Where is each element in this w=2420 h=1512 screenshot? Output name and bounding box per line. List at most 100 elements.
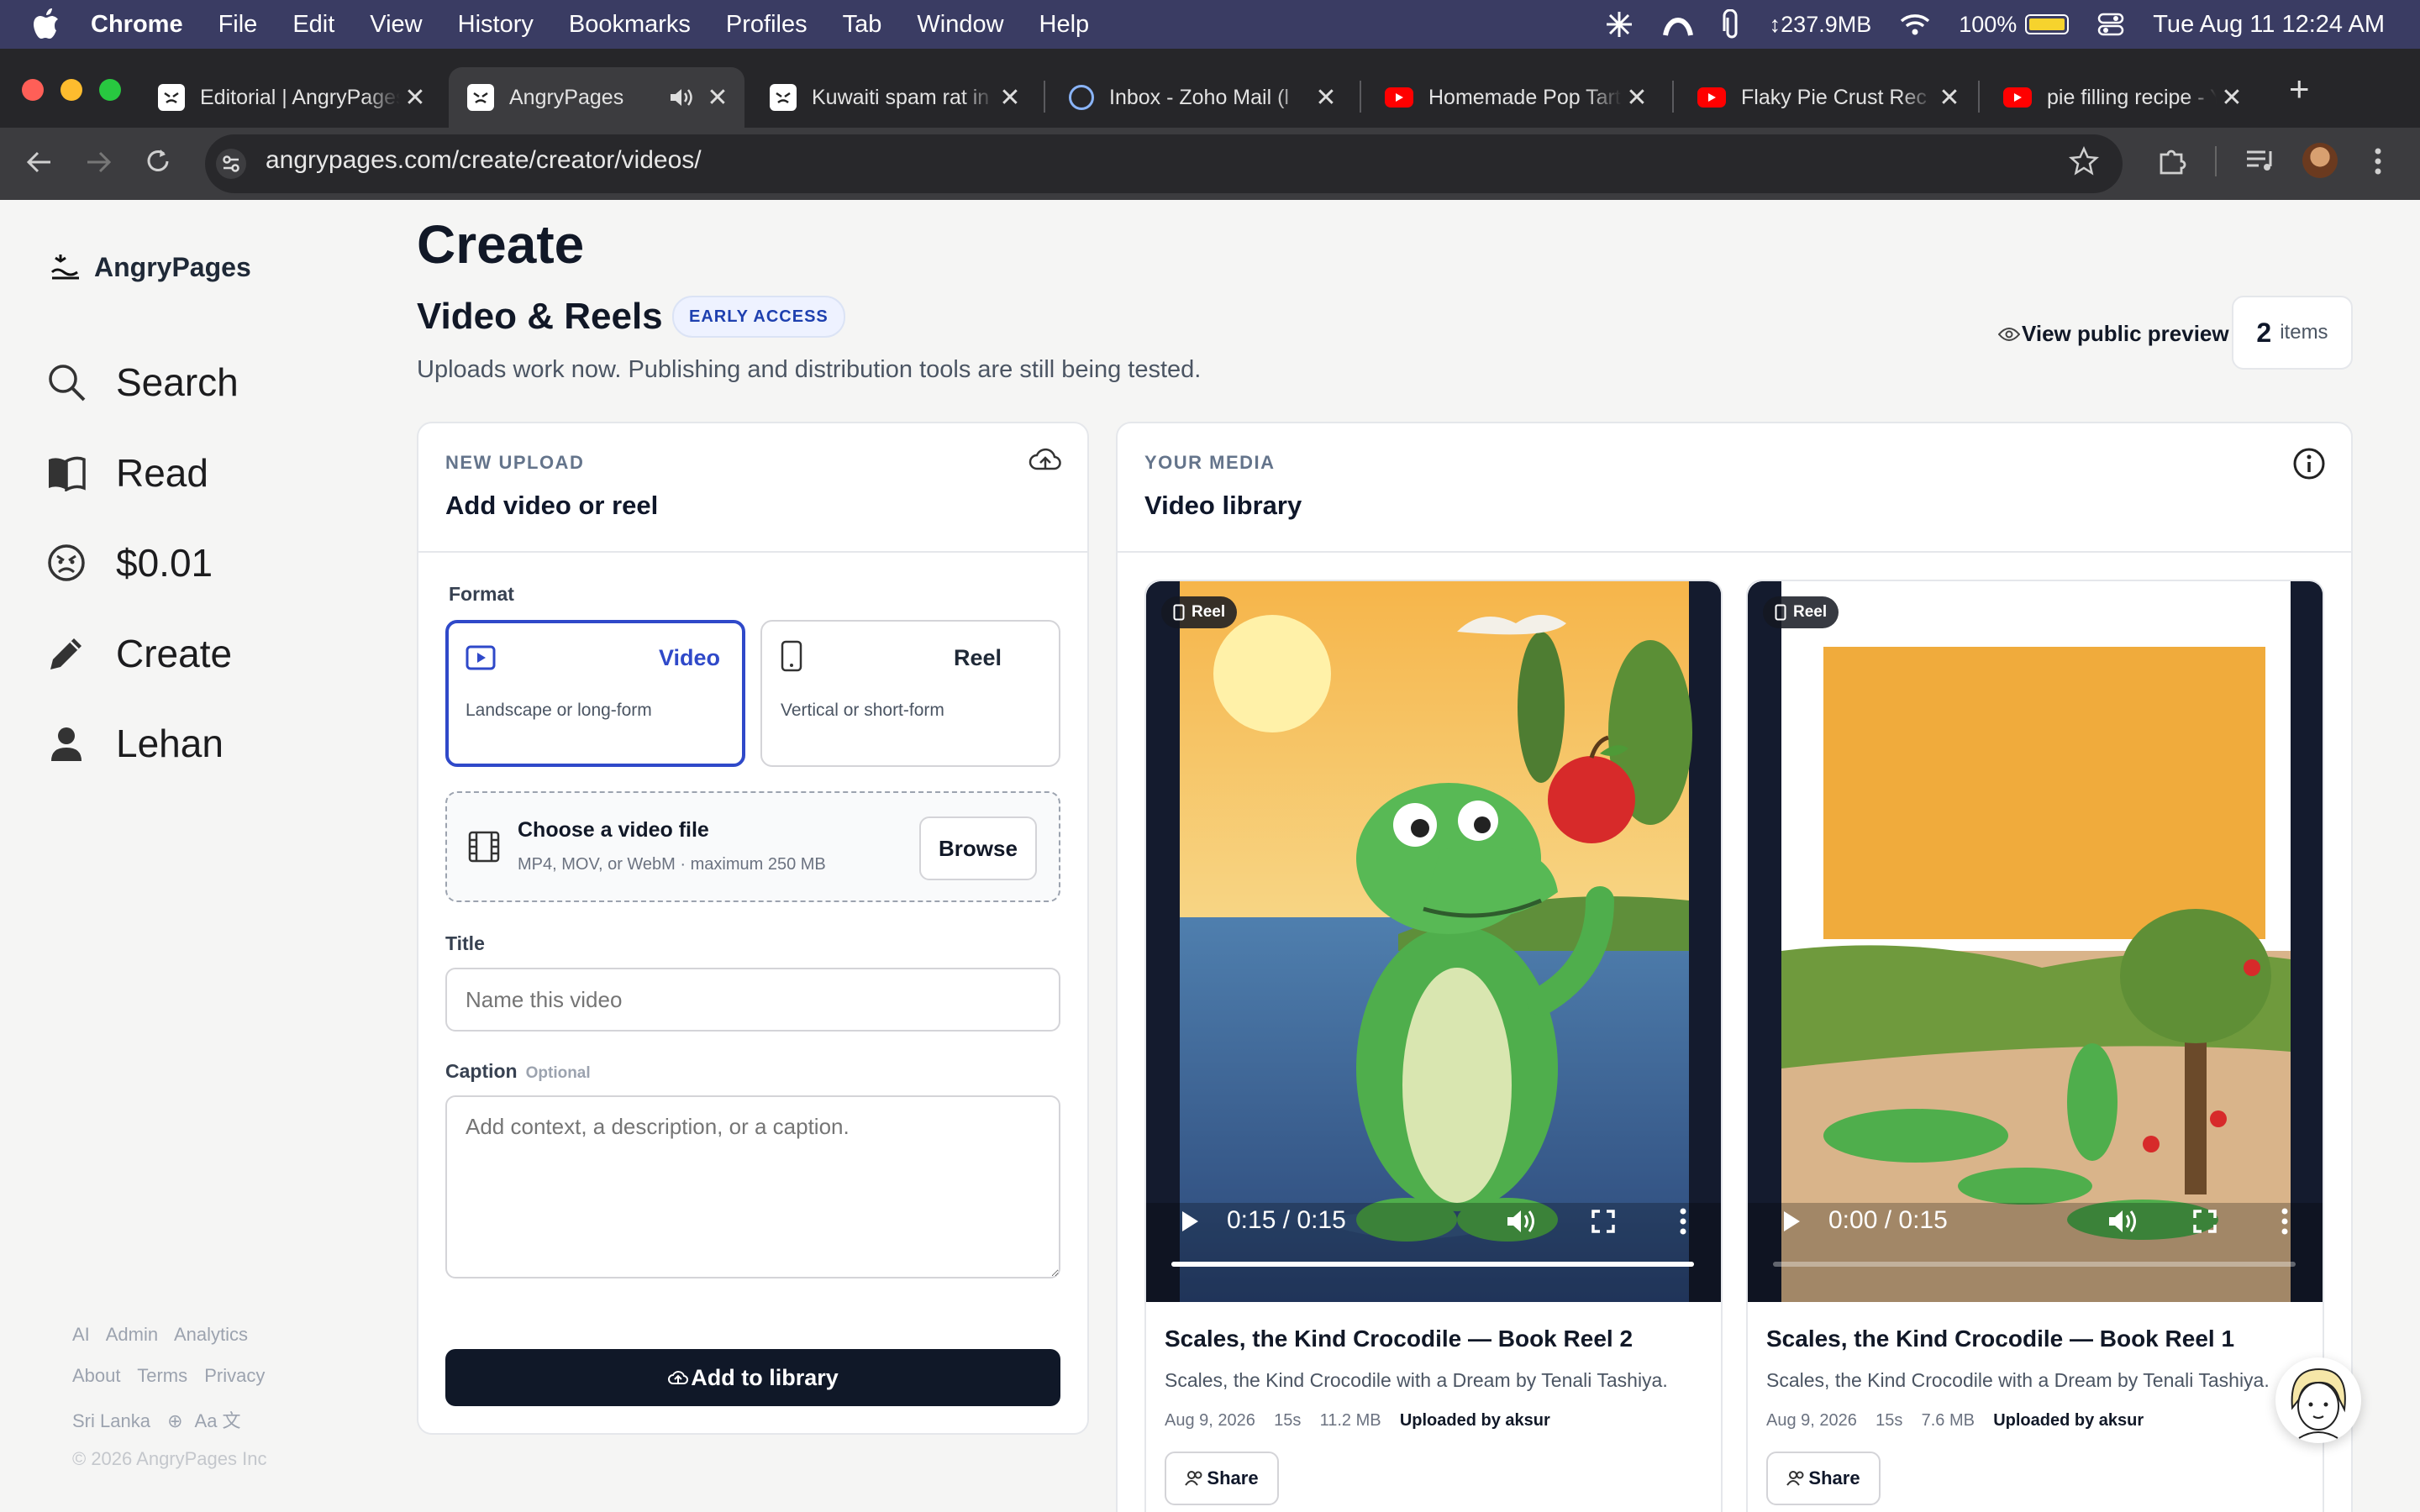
- sidebar-item-search[interactable]: Search: [45, 360, 239, 405]
- tab-close-icon[interactable]: ✕: [400, 83, 430, 113]
- video-player[interactable]: Reel 0:00 / 0:15: [1748, 581, 2323, 1302]
- share-button[interactable]: Share: [1766, 1452, 1881, 1505]
- footer-link-terms[interactable]: Terms: [137, 1365, 187, 1386]
- video-more-icon[interactable]: [2281, 1208, 2289, 1235]
- info-icon[interactable]: [2292, 447, 2326, 480]
- users-icon: [1786, 1471, 1804, 1486]
- footer-link-about[interactable]: About: [72, 1365, 121, 1386]
- footer-link-analytics[interactable]: Analytics: [174, 1324, 248, 1345]
- sidebar-item-create[interactable]: Create: [45, 631, 232, 676]
- title-input[interactable]: [445, 968, 1060, 1032]
- tab-close-icon[interactable]: ✕: [1934, 83, 1965, 113]
- tab-close-icon[interactable]: ✕: [1311, 83, 1341, 113]
- media-card: Reel 0:00 / 0:15 Scales, the Kind Crocod…: [1746, 580, 2324, 1512]
- brand-name[interactable]: AngryPages: [94, 252, 251, 283]
- tab-close-icon[interactable]: ✕: [995, 83, 1025, 113]
- play-icon[interactable]: [1781, 1210, 1802, 1233]
- tab-title: Editorial | AngryPages: [200, 85, 400, 109]
- menu-profiles[interactable]: Profiles: [726, 11, 808, 39]
- menu-file[interactable]: File: [218, 11, 258, 39]
- sparkle-status-icon[interactable]: [1605, 10, 1634, 39]
- extensions-puzzle-icon[interactable]: [2156, 144, 2188, 176]
- menu-edit[interactable]: Edit: [292, 11, 334, 39]
- menu-app-name[interactable]: Chrome: [91, 11, 183, 39]
- fullscreen-icon[interactable]: [2193, 1210, 2217, 1233]
- speaker-icon[interactable]: [669, 87, 694, 108]
- memory-stat[interactable]: ↕237.9MB: [1770, 12, 1872, 38]
- media-title[interactable]: Scales, the Kind Crocodile — Book Reel 2: [1165, 1326, 1633, 1352]
- more-vertical-icon[interactable]: [2373, 146, 2383, 176]
- title-label: Title: [445, 932, 485, 954]
- tab-close-icon[interactable]: ✕: [2217, 83, 2247, 113]
- caption-textarea[interactable]: [445, 1095, 1060, 1278]
- profile-avatar[interactable]: [2302, 143, 2338, 178]
- play-icon[interactable]: [1180, 1210, 1200, 1233]
- tab-zoho[interactable]: Inbox - Zoho Mail (l ✕: [1050, 67, 1353, 128]
- video-player[interactable]: Reel 0:15 / 0:15: [1146, 581, 1721, 1302]
- tab-kuwaiti[interactable]: Kuwaiti spam rat in ✕: [751, 67, 1037, 128]
- new-tab-button[interactable]: +: [2289, 69, 2310, 109]
- apple-logo-icon[interactable]: [32, 8, 60, 41]
- fullscreen-icon[interactable]: [1591, 1210, 1615, 1233]
- url-text[interactable]: angrypages.com/create/creator/videos/: [266, 146, 702, 175]
- library-card-divider: [1118, 551, 2351, 553]
- tab-close-icon[interactable]: ✕: [702, 83, 733, 113]
- menu-tab[interactable]: Tab: [843, 11, 882, 39]
- back-arrow-icon[interactable]: [25, 148, 54, 176]
- bookmark-star-icon[interactable]: [2069, 146, 2099, 176]
- forward-arrow-icon[interactable]: [84, 148, 113, 176]
- item-count-box: 2 items: [2232, 296, 2353, 370]
- window-zoom-button[interactable]: [99, 79, 121, 101]
- menu-clock[interactable]: Tue Aug 11 12:24 AM: [2153, 11, 2385, 39]
- add-to-library-button[interactable]: Add to library: [445, 1349, 1060, 1406]
- angrypages-logo-icon[interactable]: [50, 252, 81, 281]
- control-center-icon[interactable]: [2097, 11, 2124, 38]
- window-minimize-button[interactable]: [60, 79, 82, 101]
- battery-icon[interactable]: [2025, 14, 2070, 34]
- media-title[interactable]: Scales, the Kind Crocodile — Book Reel 1: [1766, 1326, 2234, 1352]
- volume-icon[interactable]: [1506, 1208, 1536, 1235]
- view-public-preview-link[interactable]: View public preview: [1998, 321, 2229, 347]
- phone-icon: [1173, 604, 1185, 621]
- share-button[interactable]: Share: [1165, 1452, 1279, 1505]
- footer-link-admin[interactable]: Admin: [106, 1324, 158, 1345]
- footer-language[interactable]: Aa 文: [195, 1410, 241, 1431]
- volume-icon[interactable]: [2107, 1208, 2138, 1235]
- menu-window[interactable]: Window: [917, 11, 1003, 39]
- footer-link-privacy[interactable]: Privacy: [204, 1365, 265, 1386]
- paperclip-icon[interactable]: [1723, 9, 1741, 39]
- search-icon: [45, 361, 87, 403]
- sidebar-item-read[interactable]: Read: [45, 450, 208, 496]
- browse-button[interactable]: Browse: [919, 816, 1037, 880]
- menu-view[interactable]: View: [370, 11, 422, 39]
- sidebar-item-profile[interactable]: Lehan: [45, 721, 224, 766]
- menu-bookmarks[interactable]: Bookmarks: [569, 11, 691, 39]
- reload-icon[interactable]: [143, 146, 173, 176]
- tab-editorial[interactable]: Editorial | AngryPages ✕: [139, 67, 442, 128]
- reel-thumbnail-crocodile-apple: [1146, 581, 1721, 1302]
- pencil-icon: [45, 633, 87, 675]
- media-queue-icon[interactable]: [2245, 148, 2275, 175]
- window-close-button[interactable]: [22, 79, 44, 101]
- tab-angrypages[interactable]: AngryPages ✕: [449, 67, 744, 128]
- footer-link-ai[interactable]: AI: [72, 1324, 90, 1345]
- menu-history[interactable]: History: [458, 11, 534, 39]
- format-option-video[interactable]: Video Landscape or long-form: [445, 620, 745, 767]
- tab-pie-crust[interactable]: Flaky Pie Crust Rec ✕: [1679, 67, 1976, 128]
- video-progress-track[interactable]: [1773, 1262, 2296, 1267]
- sidebar-item-balance[interactable]: $0.01: [45, 540, 213, 585]
- footer-region[interactable]: Sri Lanka: [72, 1410, 150, 1431]
- caption-optional: Optional: [525, 1064, 591, 1082]
- wifi-icon[interactable]: [1900, 13, 1930, 36]
- site-settings-icon[interactable]: [215, 148, 247, 180]
- tab-pop-tart[interactable]: Homemade Pop Tart ✕: [1366, 67, 1664, 128]
- file-dropzone[interactable]: Choose a video file MP4, MOV, or WebM · …: [445, 791, 1060, 902]
- arc-status-icon[interactable]: [1662, 10, 1694, 39]
- video-progress-track[interactable]: [1171, 1262, 1694, 1267]
- format-option-reel[interactable]: Reel Vertical or short-form: [760, 620, 1060, 767]
- menu-help[interactable]: Help: [1039, 11, 1090, 39]
- video-more-icon[interactable]: [1679, 1208, 1687, 1235]
- tab-pie-filling[interactable]: pie filling recipe - Y ✕: [1985, 67, 2259, 128]
- tab-close-icon[interactable]: ✕: [1622, 83, 1652, 113]
- assistant-avatar-button[interactable]: [2275, 1357, 2361, 1443]
